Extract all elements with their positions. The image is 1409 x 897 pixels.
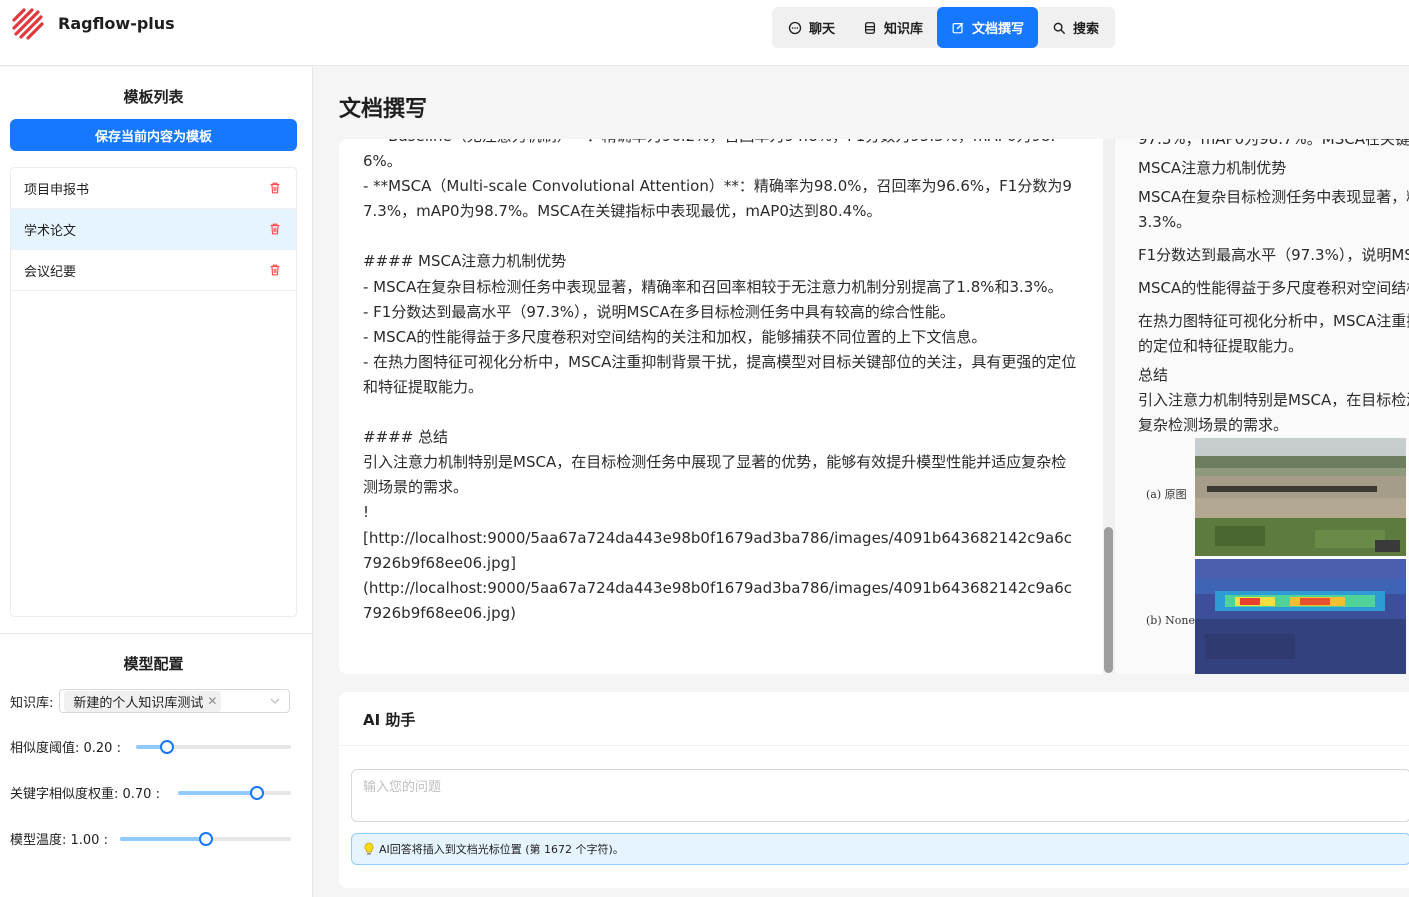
preview-heading: 总结 [1138, 366, 1169, 384]
template-item-meeting-minutes[interactable]: 会议纪要 [11, 250, 296, 291]
delete-icon[interactable] [268, 222, 282, 236]
ai-divider [339, 745, 1409, 746]
ai-question-input[interactable] [351, 769, 1409, 822]
slider-fill [120, 837, 206, 841]
keyword-weight-slider[interactable] [178, 786, 291, 800]
lightbulb-icon [364, 842, 374, 855]
preview-line: 97.3%，mAP0为98.7%。MSCA在关键指标中表现最优 [1138, 139, 1409, 148]
preview-line: F1分数达到最高水平（97.3%），说明MSCA在多目标检测任务中具有较高的综合… [1138, 246, 1409, 264]
database-icon [864, 21, 876, 34]
main-nav: 聊天 知识库 文档撰写 搜索 [772, 7, 1116, 48]
markdown-preview: 97.3%，mAP0为98.7%。MSCA在关键指标中表现最优 MSCA注意力机… [1114, 139, 1409, 674]
template-item-label: 项目申报书 [24, 182, 90, 198]
editor-content[interactable]: - **Baseline（无注意力机制）**：精确率为96.2%，召回率为94.… [363, 139, 1081, 626]
temperature-slider[interactable] [120, 832, 291, 846]
kb-tag-label: 新建的个人知识库测试 [73, 695, 204, 711]
nav-document-writing-label: 文档撰写 [972, 22, 1025, 37]
similarity-slider-row: 相似度阈值: 0.20 : [10, 737, 297, 757]
template-list: 项目申报书 学术论文 会议纪要 [10, 167, 297, 617]
ai-assistant-card: AI 助手 AI回答将插入到文档光标位置 (第 1672 个字符)。 [339, 692, 1409, 888]
slider-handle[interactable] [198, 832, 213, 846]
template-item-project-proposal[interactable]: 项目申报书 [11, 168, 296, 209]
preview-figure: (a) 原图 (b) None [1138, 438, 1409, 674]
editor-card: - **Baseline（无注意力机制）**：精确率为96.2%，召回率为94.… [339, 139, 1409, 674]
editor-scrollbar[interactable] [1103, 139, 1114, 674]
templates-title: 模板列表 [123, 88, 184, 106]
top-header: Ragflow-plus 聊天 知识库 文档撰写 搜索 [0, 0, 1409, 66]
close-icon[interactable]: ✕ [207, 694, 217, 708]
preview-line: 在热力图特征可视化分析中，MSCA注重抑制背景干扰，提高模型对目标关键部位的关注… [1138, 312, 1409, 330]
sidebar-divider [0, 633, 313, 634]
nav-chat-label: 聊天 [809, 22, 836, 37]
nav-search-label: 搜索 [1073, 22, 1100, 37]
nav-document-writing[interactable]: 文档撰写 [937, 7, 1039, 48]
figure-label-original: (a) 原图 [1146, 488, 1187, 501]
temperature-label: 模型温度: 1.00 : [10, 833, 108, 848]
preview-line: MSCA的性能得益于多尺度卷积对空间结构的关注和加权，能够捕获不同位置的上下文信… [1138, 279, 1409, 297]
similarity-slider[interactable] [136, 740, 291, 754]
template-item-academic-paper[interactable]: 学术论文 [11, 209, 296, 250]
slider-handle[interactable] [160, 740, 174, 754]
left-sidebar: 模板列表 保存当前内容为模板 项目申报书 学术论文 会议纪要 模型配置 知识库:… [0, 67, 313, 897]
model-config-title: 模型配置 [123, 655, 184, 673]
delete-icon[interactable] [268, 181, 282, 195]
keyword-weight-slider-row: 关键字相似度权重: 0.70 : [10, 783, 297, 803]
scrollbar-thumb[interactable] [1104, 527, 1113, 673]
nav-search[interactable]: 搜索 [1038, 7, 1113, 48]
search-icon [1053, 22, 1065, 34]
template-item-label: 学术论文 [24, 223, 77, 239]
markdown-editor[interactable]: - **Baseline（无注意力机制）**：精确率为96.2%，召回率为94.… [339, 139, 1114, 674]
preview-line: 3.3%。 [1138, 213, 1192, 231]
ragflow-logo-icon [12, 8, 44, 40]
preview-heading: MSCA注意力机制优势 [1138, 159, 1287, 177]
ai-assistant-title: AI 助手 [363, 711, 416, 729]
knowledge-base-row: 知识库: 新建的个人知识库测试 ✕ [10, 689, 291, 713]
ai-note-text: AI回答将插入到文档光标位置 (第 1672 个字符)。 [379, 843, 624, 856]
chat-icon [788, 21, 802, 34]
slider-fill [178, 791, 258, 795]
page-title: 文档撰写 [339, 97, 428, 122]
slider-handle[interactable] [250, 786, 265, 800]
preview-content: 97.3%，mAP0为98.7%。MSCA在关键指标中表现最优 MSCA注意力机… [1138, 139, 1409, 438]
nav-knowledge-base[interactable]: 知识库 [849, 7, 937, 48]
figure-label-none: (b) None [1146, 614, 1195, 627]
preview-line: 的定位和特征提取能力。 [1138, 337, 1304, 355]
nav-knowledge-base-label: 知识库 [884, 22, 924, 37]
preview-line: 复杂检测场景的需求。 [1138, 416, 1289, 434]
similarity-label: 相似度阈值: 0.20 : [10, 741, 121, 756]
knowledge-base-label: 知识库: [10, 695, 54, 711]
chevron-down-icon [270, 698, 280, 704]
nav-chat[interactable]: 聊天 [774, 7, 849, 48]
heatmap-photo [1195, 559, 1406, 674]
save-as-template-button[interactable]: 保存当前内容为模板 [10, 119, 297, 151]
kb-tag: 新建的个人知识库测试 ✕ [64, 690, 222, 712]
template-item-label: 会议纪要 [24, 264, 77, 280]
preview-line: 引入注意力机制特别是MSCA，在目标检测任务中展现了显著的优势，能够有效提升模型… [1138, 391, 1409, 409]
keyword-weight-label: 关键字相似度权重: 0.70 : [10, 787, 160, 802]
preview-line: MSCA在复杂目标检测任务中表现显著，精确率和召回率相较于无注意力机制分别提高了… [1138, 188, 1409, 206]
brand-name: Ragflow-plus [58, 14, 175, 33]
edit-icon [952, 22, 964, 33]
delete-icon[interactable] [268, 263, 282, 277]
knowledge-base-select[interactable]: 新建的个人知识库测试 ✕ [59, 689, 291, 713]
ai-insert-note: AI回答将插入到文档光标位置 (第 1672 个字符)。 [351, 833, 1409, 865]
original-photo [1195, 438, 1406, 556]
temperature-slider-row: 模型温度: 1.00 : [10, 829, 297, 849]
